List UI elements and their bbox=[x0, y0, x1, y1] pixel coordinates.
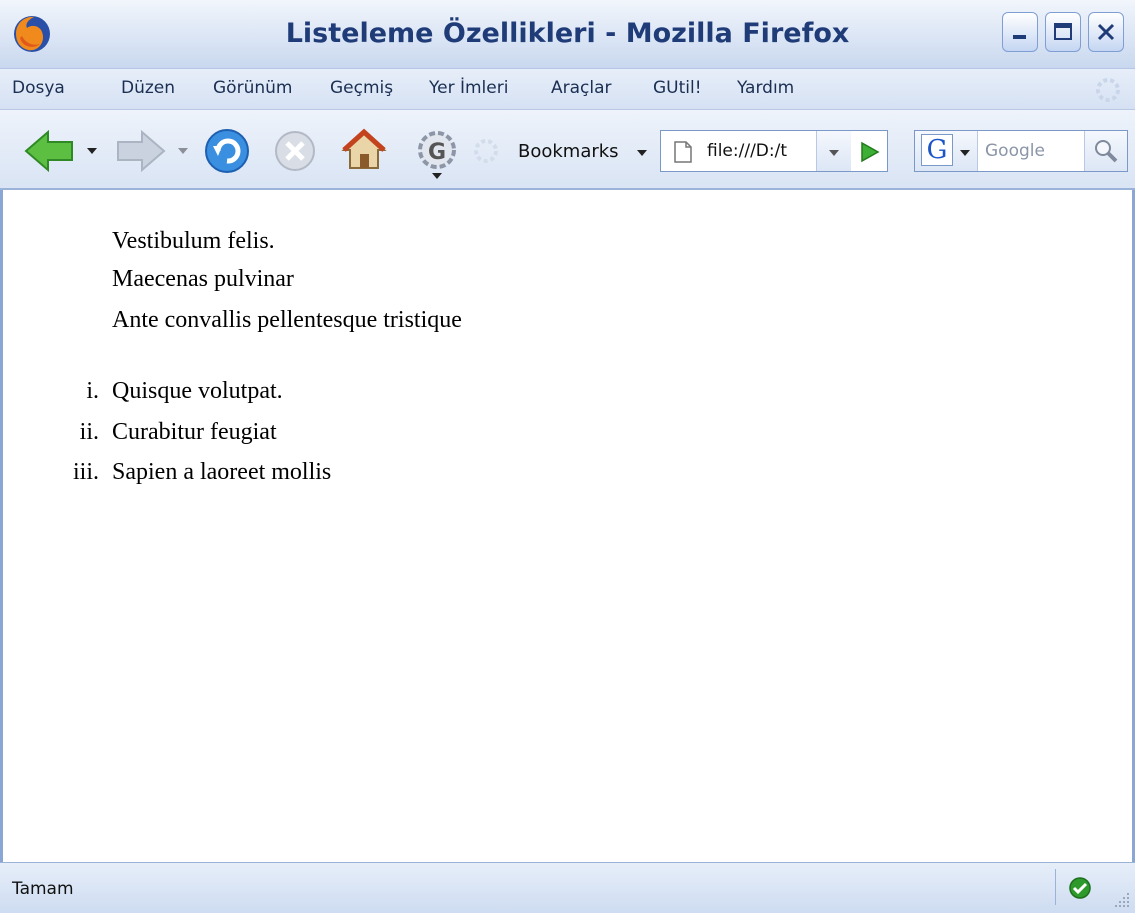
status-bar: Tamam bbox=[0, 862, 1135, 913]
menu-tools[interactable]: Araçlar bbox=[551, 78, 612, 98]
search-bar[interactable]: G Google bbox=[914, 130, 1128, 172]
search-engine-button[interactable]: G bbox=[915, 131, 978, 171]
svg-text:G: G bbox=[428, 140, 446, 165]
menu-bar: Dosya Düzen Görünüm Geçmiş Yer İmleri Ar… bbox=[0, 69, 1135, 110]
list-item: Ante convallis pellentesque tristique bbox=[112, 307, 462, 333]
resize-grip-icon[interactable] bbox=[1113, 891, 1131, 909]
stop-icon[interactable] bbox=[272, 128, 318, 174]
minimize-icon bbox=[1013, 35, 1026, 39]
url-bar[interactable]: file:///D:/t bbox=[660, 130, 888, 172]
reload-icon[interactable] bbox=[202, 126, 252, 176]
list-marker: i. bbox=[86, 378, 99, 404]
status-text: Tamam bbox=[12, 879, 74, 899]
close-button[interactable] bbox=[1088, 12, 1124, 52]
back-icon[interactable] bbox=[22, 128, 78, 174]
menu-edit[interactable]: Düzen bbox=[121, 78, 175, 98]
close-icon bbox=[1097, 23, 1115, 41]
url-input[interactable]: file:///D:/t bbox=[707, 141, 815, 161]
minimize-button[interactable] bbox=[1002, 12, 1038, 52]
search-engine-dropdown-icon bbox=[960, 150, 970, 156]
go-icon[interactable] bbox=[857, 140, 881, 164]
page-content: Vestibulum felis. Maecenas pulvinar Ante… bbox=[0, 190, 1135, 862]
search-input[interactable]: Google bbox=[985, 141, 1045, 161]
search-button[interactable] bbox=[1084, 131, 1127, 171]
google-icon: G bbox=[921, 134, 953, 166]
url-history-button[interactable] bbox=[816, 131, 851, 171]
title-bar: Listeleme Özellikleri - Mozilla Firefox bbox=[0, 0, 1135, 69]
search-icon bbox=[1095, 140, 1118, 163]
gear-g-icon[interactable]: G bbox=[412, 126, 462, 180]
forward-icon[interactable] bbox=[112, 128, 168, 174]
list-item: Sapien a laoreet mollis bbox=[112, 459, 332, 485]
chevron-down-icon bbox=[829, 150, 839, 156]
list-item: Quisque volutpat. bbox=[112, 378, 283, 404]
maximize-icon bbox=[1054, 23, 1072, 40]
menu-history[interactable]: Geçmiş bbox=[330, 78, 393, 98]
list-marker: ii. bbox=[79, 419, 99, 445]
window-title: Listeleme Özellikleri - Mozilla Firefox bbox=[285, 18, 850, 49]
page-icon bbox=[674, 141, 692, 163]
menu-bookmarks[interactable]: Yer İmleri bbox=[429, 78, 508, 98]
throbber-small-icon bbox=[474, 139, 498, 163]
bookmarks-button[interactable]: Bookmarks bbox=[518, 141, 619, 162]
menu-help[interactable]: Yardım bbox=[737, 78, 794, 98]
menu-gutil[interactable]: GUtil! bbox=[653, 78, 702, 98]
bookmarks-dropdown-icon[interactable] bbox=[636, 148, 648, 158]
list-item: Maecenas pulvinar bbox=[112, 266, 294, 292]
status-divider bbox=[1055, 869, 1056, 905]
list-item: Vestibulum felis. bbox=[112, 228, 275, 254]
menu-view[interactable]: Görünüm bbox=[213, 78, 292, 98]
throbber-icon bbox=[1096, 78, 1120, 102]
list-item: Curabitur feugiat bbox=[112, 419, 277, 445]
list-marker: iii. bbox=[72, 459, 99, 485]
back-dropdown-icon[interactable] bbox=[86, 146, 98, 156]
home-icon[interactable] bbox=[340, 126, 388, 174]
maximize-button[interactable] bbox=[1045, 12, 1081, 52]
menu-file[interactable]: Dosya bbox=[12, 78, 65, 98]
forward-dropdown-icon[interactable] bbox=[177, 146, 189, 156]
check-ok-icon[interactable] bbox=[1068, 876, 1092, 900]
